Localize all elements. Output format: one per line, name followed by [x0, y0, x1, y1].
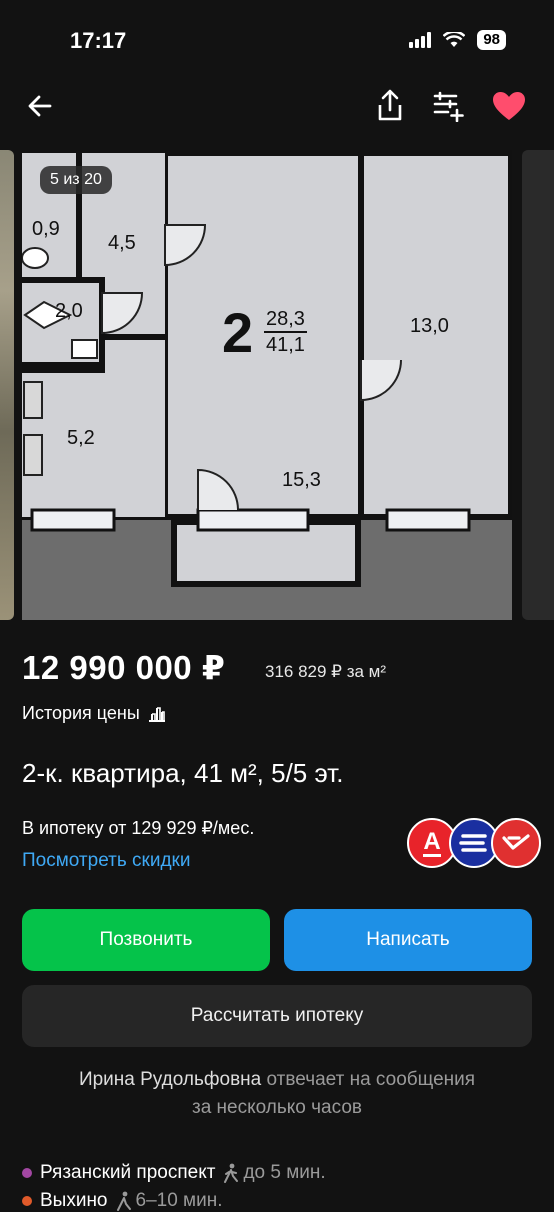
- call-button[interactable]: Позвонить: [22, 909, 270, 971]
- status-time: 17:17: [70, 28, 127, 53]
- listing-title: 2-к. квартира, 41 м², 5/5 эт.: [22, 758, 344, 788]
- mortgage-from: В ипотеку от 129 929 ₽/мес.: [22, 818, 255, 838]
- room-area-label: 15,3: [282, 469, 321, 491]
- walking-icon: [116, 1191, 131, 1211]
- price: 12 990 000 ₽: [22, 649, 226, 686]
- metro-time-label: до 5 мин.: [243, 1162, 326, 1183]
- back-arrow-icon[interactable]: [24, 90, 56, 122]
- photo-counter: 5 из 20: [40, 166, 112, 194]
- seller-response-time: за несколько часов: [192, 1097, 362, 1118]
- seller-response-text: отвечает на сообщения: [261, 1069, 476, 1090]
- room-area-label: 0,9: [32, 218, 60, 240]
- alfa-bank-glyph: А: [423, 827, 441, 857]
- next-photo-thumbnail[interactable]: [522, 150, 554, 620]
- metro-walk-time: до 5 мин.: [223, 1162, 326, 1184]
- signal-icon: [409, 32, 432, 48]
- room-area-label: 5,2: [67, 427, 95, 449]
- partner-banks[interactable]: А: [407, 818, 554, 870]
- metro-time-label: 6–10 мин.: [135, 1190, 223, 1211]
- metro-station: Выхино 6–10 мин.: [22, 1190, 223, 1212]
- floor-plan-drawing: [22, 150, 512, 620]
- metro-walk-time: 6–10 мин.: [116, 1190, 223, 1212]
- bank-red-icon: [491, 818, 541, 868]
- metro-station-name: Рязанский проспект: [40, 1162, 216, 1183]
- room-area-label: 4,5: [108, 232, 136, 254]
- top-nav: [0, 88, 554, 128]
- price-history-link[interactable]: История цены: [22, 703, 166, 724]
- write-message-button[interactable]: Написать: [284, 909, 532, 971]
- bank-stripes-icon: [459, 834, 487, 852]
- floor-plan-image[interactable]: 0,9 4,5 2,0 5,2 2 28,3 41,1 13,0 15,3: [22, 150, 512, 620]
- room-area-label: 13,0: [410, 315, 449, 337]
- metro-line-dot: [22, 1168, 32, 1178]
- seller-info: Ирина Рудольфовна отвечает на сообщения …: [0, 1066, 554, 1122]
- battery-indicator: 98: [477, 30, 506, 50]
- living-area-label: 28,3: [264, 308, 307, 333]
- wifi-icon: [443, 32, 466, 47]
- bank-mark-icon: [502, 834, 530, 850]
- status-icons: 98: [409, 30, 506, 50]
- metro-line-dot: [22, 1196, 32, 1206]
- metro-station-name: Выхино: [40, 1190, 108, 1211]
- bar-chart-icon: [148, 706, 165, 722]
- room-area-label: 2,0: [55, 300, 83, 322]
- photo-gallery[interactable]: 0,9 4,5 2,0 5,2 2 28,3 41,1 13,0 15,3: [0, 150, 554, 620]
- seller-name[interactable]: Ирина Рудольфовна: [79, 1069, 261, 1090]
- see-discounts-link[interactable]: Посмотреть скидки: [22, 850, 190, 872]
- price-per-m2: 316 829 ₽ за м²: [265, 662, 387, 681]
- compare-icon[interactable]: [432, 90, 466, 122]
- calculate-mortgage-button[interactable]: Рассчитать ипотеку: [22, 985, 532, 1047]
- total-area-label: 41,1: [266, 334, 305, 356]
- price-history-label: История цены: [22, 703, 140, 723]
- previous-photo-thumbnail[interactable]: [0, 150, 14, 620]
- rooms-count-label: 2: [222, 301, 254, 364]
- metro-station: Рязанский проспект до 5 мин.: [22, 1162, 326, 1184]
- favorite-heart-icon[interactable]: [491, 90, 527, 122]
- walking-icon: [224, 1163, 239, 1183]
- share-icon[interactable]: [374, 88, 406, 124]
